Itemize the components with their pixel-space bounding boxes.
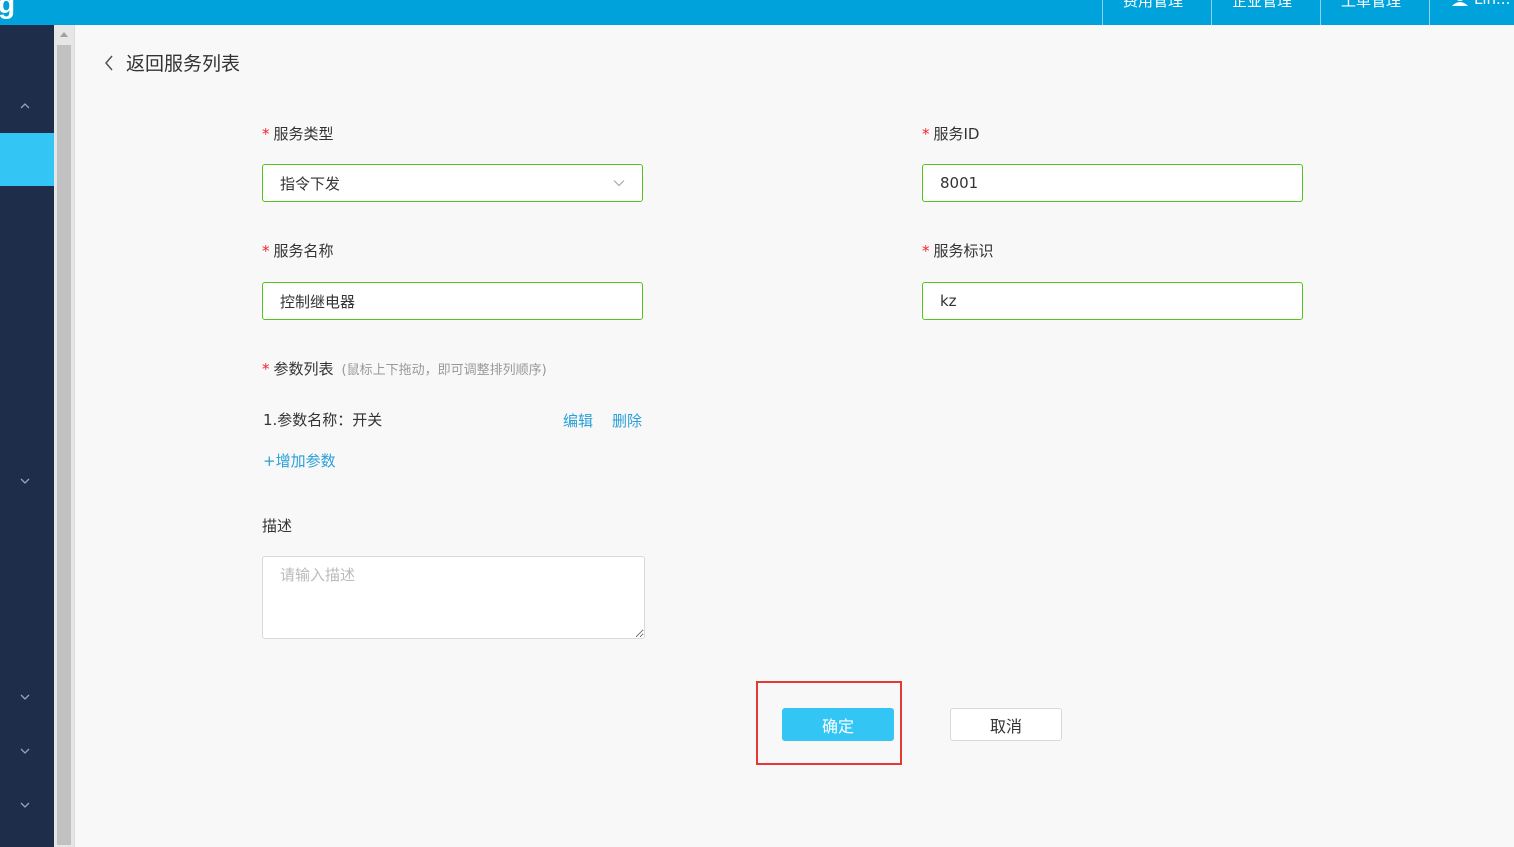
top-nav: 费用管理 企业管理 工单管理 Lin... (1102, 0, 1514, 25)
chevron-left-icon (105, 55, 113, 70)
top-nav-label: 企业管理 (1232, 0, 1293, 10)
service-key-label-text: 服务标识 (933, 242, 994, 260)
service-name-label: * 服务名称 (262, 240, 334, 261)
service-type-label: * 服务类型 (262, 123, 334, 144)
service-id-input[interactable] (922, 164, 1303, 202)
sidebar-item-active[interactable] (0, 133, 54, 186)
chevron-down-icon (613, 180, 625, 187)
required-mark: * (922, 242, 930, 260)
service-name-input[interactable] (262, 282, 643, 320)
sidebar (0, 25, 54, 847)
service-name-label-text: 服务名称 (273, 242, 334, 260)
confirm-button[interactable]: 确定 (782, 708, 894, 741)
top-bar: g 费用管理 企业管理 工单管理 Lin... (0, 0, 1514, 25)
service-key-label: * 服务标识 (922, 240, 994, 261)
description-textarea[interactable] (262, 556, 645, 639)
top-nav-item-tickets[interactable]: 工单管理 (1320, 0, 1429, 25)
top-nav-label: 工单管理 (1341, 0, 1402, 10)
back-to-service-list-link[interactable]: 返回服务列表 (102, 49, 240, 76)
params-label: * 参数列表 (鼠标上下拖动，即可调整排列顺序) (262, 358, 547, 379)
param-edit-link[interactable]: 编辑 (563, 410, 593, 431)
scroll-thumb[interactable] (57, 45, 71, 845)
app-logo: g (0, 0, 16, 19)
required-mark: * (262, 125, 270, 143)
required-mark: * (262, 242, 270, 260)
param-list-item[interactable]: 1.参数名称：开关 (263, 409, 382, 430)
required-mark: * (922, 125, 930, 143)
top-nav-item-fees[interactable]: 费用管理 (1102, 0, 1211, 25)
service-type-label-text: 服务类型 (273, 125, 334, 143)
user-name: Lin... (1474, 0, 1510, 8)
service-id-label: * 服务ID (922, 123, 979, 144)
chevron-down-icon[interactable] (18, 798, 32, 812)
top-nav-label: 费用管理 (1123, 0, 1184, 10)
required-mark: * (262, 360, 270, 378)
params-label-text: 参数列表 (273, 360, 334, 378)
user-icon (1452, 0, 1468, 6)
chevron-down-icon[interactable] (18, 474, 32, 488)
service-id-label-text: 服务ID (933, 125, 980, 143)
params-hint: (鼠标上下拖动，即可调整排列顺序) (341, 363, 547, 378)
top-nav-item-enterprise[interactable]: 企业管理 (1211, 0, 1320, 25)
chevron-up-icon[interactable] (18, 99, 32, 113)
scroll-up-arrow-icon[interactable] (54, 25, 74, 43)
chevron-down-icon[interactable] (18, 690, 32, 704)
chevron-down-icon[interactable] (18, 744, 32, 758)
back-link-label: 返回服务列表 (126, 53, 241, 75)
add-param-link[interactable]: +增加参数 (263, 450, 336, 471)
main-content: 返回服务列表 *服务类型 指令下发 *服务ID *服务名称 *服务标识 *参数列… (75, 25, 1514, 847)
description-label: 描述 (262, 517, 293, 535)
service-type-select[interactable]: 指令下发 (262, 164, 643, 202)
service-key-input[interactable] (922, 282, 1303, 320)
service-type-value: 指令下发 (280, 174, 341, 193)
user-menu[interactable]: Lin... (1429, 0, 1514, 25)
param-delete-link[interactable]: 删除 (612, 410, 642, 431)
sidebar-scrollbar[interactable] (54, 25, 75, 847)
cancel-button[interactable]: 取消 (950, 708, 1062, 741)
